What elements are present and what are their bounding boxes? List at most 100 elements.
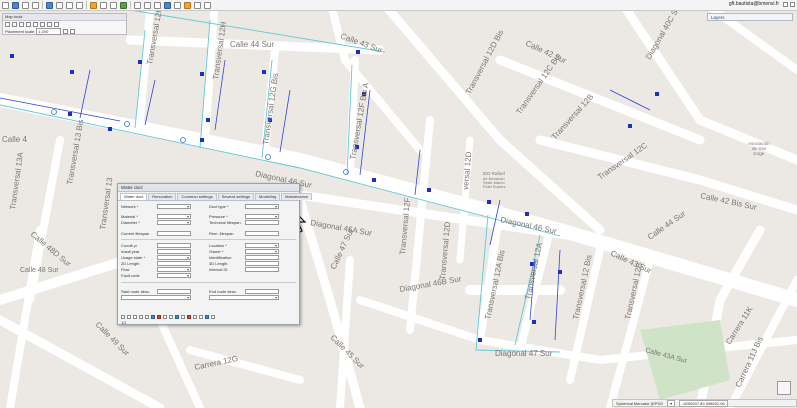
label-calle-45-left: Calle 4: [2, 135, 27, 144]
layers-icon[interactable]: [164, 1, 171, 9]
start-node-input[interactable]: [157, 288, 191, 294]
next-icon[interactable]: [139, 315, 143, 319]
zoom-extent-icon[interactable]: [19, 22, 24, 27]
tab-maintenance[interactable]: Maintenance: [281, 193, 313, 200]
duct-type-select[interactable]: [245, 203, 279, 209]
tab-common-settings[interactable]: Common settings: [177, 193, 217, 200]
back-icon[interactable]: [22, 1, 29, 9]
settings-icon[interactable]: [211, 315, 215, 319]
draw-line-icon[interactable]: [100, 1, 107, 9]
measure-icon[interactable]: [40, 22, 45, 27]
help-icon[interactable]: [204, 1, 211, 9]
pan-icon[interactable]: [26, 22, 31, 27]
diameter-select[interactable]: [157, 219, 191, 225]
flow-select[interactable]: [157, 266, 191, 272]
tab-sewerd-settings[interactable]: Sewerd settings: [217, 193, 255, 200]
delete-icon[interactable]: [157, 315, 161, 319]
rem-lifespan-input[interactable]: [245, 230, 279, 236]
technical-lifespan-input[interactable]: [245, 219, 279, 225]
zoom-to-icon[interactable]: [175, 315, 179, 319]
edit-icon[interactable]: [90, 1, 97, 9]
user-name[interactable]: gft.bautista@bmenvi.fr: [729, 1, 779, 7]
refresh-icon[interactable]: [32, 1, 39, 9]
copy-icon[interactable]: [163, 315, 167, 319]
2d-length-input[interactable]: [157, 260, 191, 266]
network-select[interactable]: [157, 203, 191, 209]
search-icon[interactable]: [121, 315, 125, 319]
field-rem-lifespan: Rem. lifespan: [209, 230, 279, 236]
link-icon[interactable]: [169, 315, 173, 319]
placement-scale-input[interactable]: 1:200: [36, 28, 62, 35]
field-technical-lifespan: Technical lifespan: [209, 219, 279, 225]
info-icon[interactable]: [33, 22, 38, 27]
search-icon[interactable]: [154, 1, 161, 9]
zoom-in-icon[interactable]: [5, 22, 10, 27]
internal-id-input[interactable]: [245, 266, 279, 272]
field-start-node-value: [121, 294, 191, 300]
first-icon[interactable]: [127, 315, 131, 319]
select-icon[interactable]: [47, 22, 52, 27]
scale-lock-icon[interactable]: [63, 29, 69, 34]
field-diameter: Diameter *: [121, 219, 191, 225]
usage-state-select[interactable]: [157, 254, 191, 260]
3d-length-input[interactable]: [245, 260, 279, 266]
end-node-input[interactable]: [245, 288, 279, 294]
label-diagonal-47-sur: Diagonal 47 Sur: [495, 349, 553, 358]
owner-select[interactable]: [245, 248, 279, 254]
export-icon[interactable]: [205, 315, 209, 319]
map-tools-title: Map tools: [3, 14, 126, 21]
identification-input[interactable]: [245, 254, 279, 260]
tab-water-duct[interactable]: Water duct: [120, 193, 148, 200]
zoom-in-icon[interactable]: [66, 1, 73, 9]
export-icon[interactable]: [194, 1, 201, 9]
zoom-out-icon[interactable]: [76, 1, 83, 9]
material-select[interactable]: [157, 213, 191, 219]
field-fault-code: Fault code: [121, 272, 191, 278]
layers-button[interactable]: Layers: [707, 13, 793, 21]
north-arrow-icon[interactable]: [777, 381, 791, 395]
panel-tabs: Water duct Renovation Common settings Se…: [118, 192, 313, 201]
pressure-select[interactable]: [245, 213, 279, 219]
last-icon[interactable]: [145, 315, 149, 319]
select-icon[interactable]: [46, 1, 53, 9]
condit-yr-input[interactable]: [157, 242, 191, 248]
end-node-select[interactable]: [209, 294, 279, 300]
fault-code-select[interactable]: [157, 272, 191, 278]
draw-icon[interactable]: [181, 315, 185, 319]
draw-point-icon[interactable]: [110, 1, 117, 9]
pan-icon[interactable]: [56, 1, 63, 9]
tab-renovation[interactable]: Renovation: [148, 193, 177, 200]
panel-title: Water duct: [118, 184, 299, 192]
projection-select[interactable]: ▾: [667, 399, 676, 407]
settings-icon[interactable]: [174, 1, 181, 9]
menu-icon[interactable]: [2, 1, 9, 9]
minimize-icon[interactable]: [783, 2, 788, 7]
field-network: Network *: [121, 203, 191, 209]
cancel-icon[interactable]: [187, 315, 191, 319]
water-duct-panel: Water duct Water duct Renovation Common …: [117, 183, 313, 325]
measure-icon[interactable]: [134, 1, 141, 9]
label-calle-48-sur: Calle 48 Sur: [20, 267, 59, 274]
field-duct-type: Duct type *: [209, 203, 279, 209]
attach-icon[interactable]: [193, 315, 197, 319]
print-icon[interactable]: [54, 22, 59, 27]
history-icon[interactable]: [199, 315, 203, 319]
home-icon[interactable]: [12, 1, 19, 9]
alert-icon[interactable]: [184, 1, 191, 9]
print-icon[interactable]: [144, 1, 151, 9]
instal-year-input[interactable]: [157, 248, 191, 254]
snap-icon[interactable]: [120, 1, 127, 9]
tab-modelling[interactable]: Modelling: [255, 193, 281, 200]
prev-icon[interactable]: [133, 315, 137, 319]
zoom-out-icon[interactable]: [12, 22, 17, 27]
close-icon[interactable]: [790, 2, 795, 7]
field-current-lifespan: Current lifespan: [121, 230, 191, 236]
location-select[interactable]: [245, 242, 279, 248]
coordinates-readout: -8250507.89 558652.06: [679, 399, 728, 407]
current-lifespan-input[interactable]: [157, 230, 191, 236]
scale-apply-icon[interactable]: [70, 29, 76, 34]
status-bar: Spherical Mercator (EPSG ▾ -8250507.89 5…: [612, 399, 797, 407]
start-node-select[interactable]: [121, 294, 191, 300]
panel-toolbar: [121, 314, 296, 320]
save-icon[interactable]: [151, 315, 155, 319]
